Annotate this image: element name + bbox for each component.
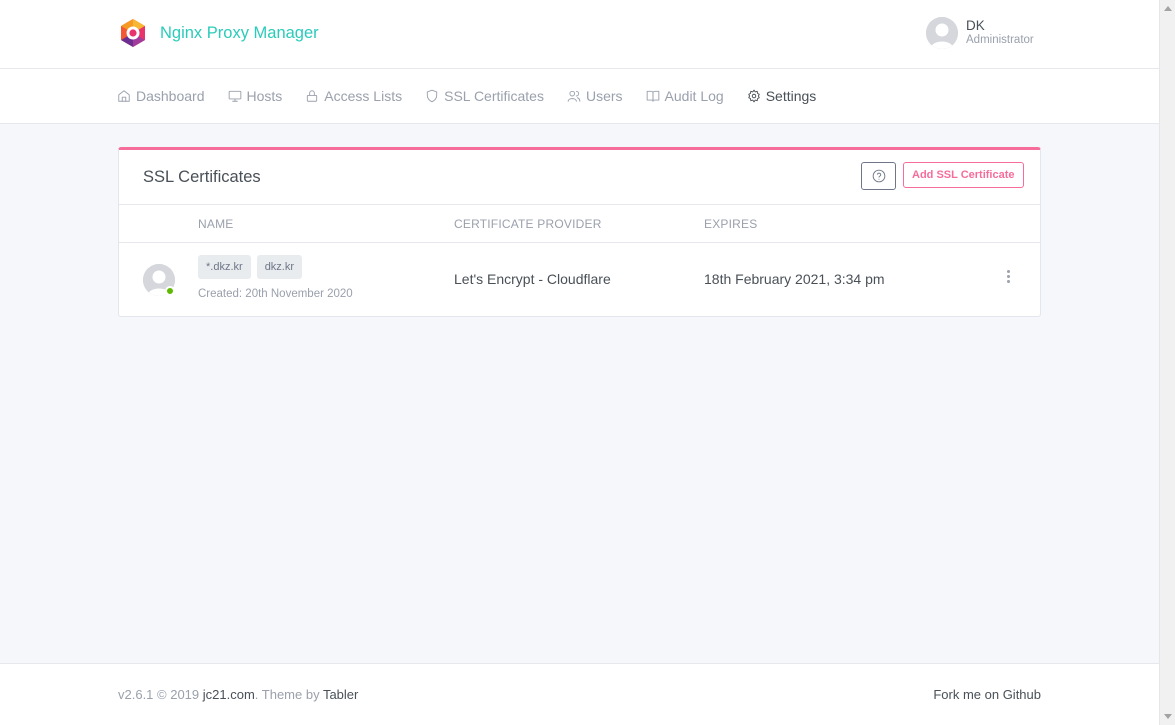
- github-link[interactable]: Fork me on Github: [933, 687, 1041, 702]
- nav-settings[interactable]: Settings: [747, 88, 817, 104]
- nav-ssl-certificates[interactable]: SSL Certificates: [425, 88, 544, 104]
- book-icon: [646, 90, 659, 102]
- add-ssl-certificate-button[interactable]: Add SSL Certificate: [903, 162, 1024, 188]
- card-title: SSL Certificates: [143, 168, 261, 186]
- gear-icon: [747, 89, 760, 103]
- page: Nginx Proxy Manager DK Administrator Das…: [0, 0, 1159, 725]
- certificate-provider: Let's Encrypt - Cloudflare: [454, 271, 611, 287]
- nav-users[interactable]: Users: [567, 88, 623, 104]
- created-date: Created: 20th November 2020: [198, 288, 353, 300]
- user-avatar-icon: [926, 17, 958, 49]
- nav-audit-log[interactable]: Audit Log: [646, 88, 724, 104]
- footer-github: Fork me on Github: [933, 687, 1041, 702]
- nav-hosts[interactable]: Hosts: [228, 88, 283, 104]
- table-header: NAME CERTIFICATE PROVIDER EXPIRES: [119, 205, 1040, 243]
- main-nav: Dashboard Hosts Access Lists SSL Certifi…: [0, 69, 1159, 124]
- nav-audit-log-label: Audit Log: [664, 88, 724, 104]
- nav-access-lists[interactable]: Access Lists: [305, 88, 402, 104]
- users-icon: [567, 90, 581, 102]
- user-name: DK: [966, 18, 985, 33]
- status-online-dot: [165, 286, 175, 296]
- nav-dashboard[interactable]: Dashboard: [117, 88, 205, 104]
- user-role: Administrator: [966, 34, 1034, 47]
- domain-tag: *.dkz.kr: [198, 255, 251, 279]
- nav-dashboard-label: Dashboard: [136, 88, 205, 104]
- card-header: SSL Certificates Add SSL Certificate: [119, 150, 1040, 205]
- domain-tag: dkz.kr: [256, 255, 303, 279]
- table-row: *.dkz.kr dkz.kr Created: 20th November 2…: [119, 243, 1040, 316]
- nav-settings-label: Settings: [765, 88, 817, 104]
- top-header: Nginx Proxy Manager DK Administrator: [0, 0, 1159, 69]
- nav-access-lists-label: Access Lists: [324, 88, 403, 104]
- home-icon: [118, 90, 130, 102]
- theme-link[interactable]: Tabler: [323, 687, 358, 702]
- shield-icon: [426, 89, 438, 103]
- column-expires[interactable]: EXPIRES: [704, 217, 757, 231]
- brand-name: Nginx Proxy Manager: [160, 23, 319, 42]
- footer-version: v2.6.1 © 2019: [118, 687, 203, 702]
- domain-tags: *.dkz.kr dkz.kr: [198, 255, 308, 279]
- monitor-icon: [228, 90, 241, 102]
- user-menu[interactable]: DK Administrator: [926, 17, 1034, 49]
- ssl-certificates-card: SSL Certificates Add SSL Certificate NAM…: [118, 147, 1041, 317]
- row-actions-menu-icon[interactable]: [1003, 270, 1013, 288]
- user-avatar: [926, 17, 958, 49]
- lock-icon: [307, 90, 318, 102]
- nav-hosts-label: Hosts: [246, 88, 283, 104]
- footer-credits: v2.6.1 © 2019 jc21.com. Theme by Tabler: [118, 687, 358, 702]
- brand-logo-icon: [121, 19, 145, 47]
- footer: v2.6.1 © 2019 jc21.com. Theme by Tabler …: [0, 663, 1159, 725]
- nav-ssl-certificates-label: SSL Certificates: [444, 88, 544, 104]
- vertical-scrollbar[interactable]: [1159, 0, 1175, 725]
- nav-users-label: Users: [585, 88, 623, 104]
- company-link[interactable]: jc21.com: [203, 687, 255, 702]
- column-provider[interactable]: CERTIFICATE PROVIDER: [454, 217, 602, 231]
- expires-date: 18th February 2021, 3:34 pm: [704, 271, 885, 287]
- scroll-up-icon[interactable]: [1164, 6, 1172, 11]
- brand[interactable]: Nginx Proxy Manager: [118, 18, 319, 48]
- footer-theme-prefix: . Theme by: [254, 687, 323, 702]
- help-icon: [872, 169, 885, 183]
- help-button[interactable]: [861, 162, 896, 190]
- scroll-down-icon[interactable]: [1164, 714, 1172, 719]
- column-name[interactable]: NAME: [198, 217, 233, 231]
